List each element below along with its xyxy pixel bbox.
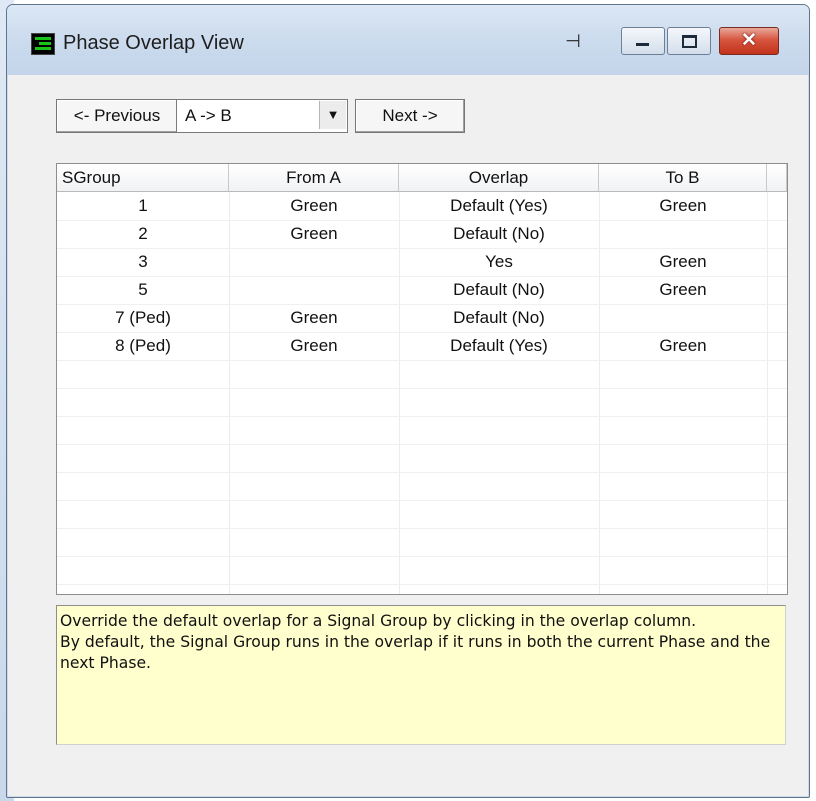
grid-line	[57, 388, 787, 389]
overlap-cell[interactable]: Yes	[399, 248, 599, 276]
client-area: <- Previous A -> B ▼ Next -> SGroup From…	[16, 75, 801, 789]
window-title: Phase Overlap View	[63, 32, 244, 54]
grid-line	[57, 472, 787, 473]
sgroup-cell: 2	[138, 224, 148, 243]
table-row[interactable]: 7 (Ped) Green Default (No)	[57, 304, 767, 332]
signal-group-table: SGroup From A Overlap To B 1 Green Defau…	[56, 163, 788, 595]
help-text-line: By default, the Signal Group runs in the…	[60, 633, 771, 672]
to-cell: Green	[659, 196, 707, 215]
traffic-signal-app-icon	[31, 33, 55, 55]
from-cell: Green	[290, 336, 338, 355]
minimize-button[interactable]	[621, 27, 665, 55]
column-header-overlap[interactable]: Overlap	[399, 164, 599, 192]
phase-overlap-window: Phase Overlap View ⊣ ✕ <- Previous A -> …	[6, 4, 810, 798]
close-button[interactable]: ✕	[719, 27, 779, 55]
phase-select-value: A -> B	[185, 106, 232, 125]
table-row[interactable]: 5 Default (No) Green	[57, 276, 767, 304]
to-cell: Green	[659, 336, 707, 355]
title-bar[interactable]: Phase Overlap View ⊣ ✕	[7, 5, 809, 75]
overlap-cell[interactable]: Default (No)	[399, 276, 599, 304]
grid-line	[57, 416, 787, 417]
to-cell: Green	[659, 280, 707, 299]
overlap-cell[interactable]: Default (Yes)	[399, 332, 599, 360]
table-row[interactable]: 8 (Ped) Green Default (Yes) Green	[57, 332, 767, 360]
grid-line	[57, 584, 787, 585]
minimize-icon	[622, 28, 664, 54]
table-row[interactable]: 1 Green Default (Yes) Green	[57, 192, 767, 220]
sgroup-cell: 7 (Ped)	[115, 308, 171, 327]
overlap-cell[interactable]: Default (No)	[399, 304, 599, 332]
sgroup-cell: 5	[138, 280, 148, 299]
previous-button[interactable]: <- Previous	[56, 99, 178, 133]
table-row[interactable]: 3 Yes Green	[57, 248, 767, 276]
sgroup-cell: 1	[138, 196, 148, 215]
maximize-button[interactable]	[667, 27, 711, 55]
sgroup-cell: 8 (Ped)	[115, 336, 171, 355]
column-header-from[interactable]: From A	[229, 164, 399, 192]
grid-line	[57, 444, 787, 445]
table-row[interactable]: 2 Green Default (No)	[57, 220, 767, 248]
chevron-down-icon[interactable]: ▼	[319, 101, 346, 129]
from-cell: Green	[290, 308, 338, 327]
grid-line	[57, 528, 787, 529]
help-text-panel: Override the default overlap for a Signa…	[56, 605, 786, 745]
grid-line	[57, 500, 787, 501]
from-cell: Green	[290, 224, 338, 243]
from-cell: Green	[290, 196, 338, 215]
overlap-cell[interactable]: Default (No)	[399, 220, 599, 248]
to-cell: Green	[659, 252, 707, 271]
column-header-sgroup[interactable]: SGroup	[57, 164, 229, 192]
maximize-icon	[668, 28, 710, 54]
column-header-filler	[767, 164, 787, 192]
grid-line	[767, 192, 768, 594]
grid-line	[57, 360, 787, 361]
column-header-to[interactable]: To B	[599, 164, 767, 192]
grid-line	[57, 556, 787, 557]
next-button[interactable]: Next ->	[355, 99, 465, 133]
phase-select[interactable]: A -> B ▼	[176, 99, 348, 133]
sgroup-cell: 3	[138, 252, 148, 271]
overlap-cell[interactable]: Default (Yes)	[399, 192, 599, 220]
pin-icon[interactable]: ⊣	[560, 29, 586, 53]
close-icon: ✕	[741, 30, 757, 51]
help-text-line: Override the default overlap for a Signa…	[60, 612, 697, 630]
